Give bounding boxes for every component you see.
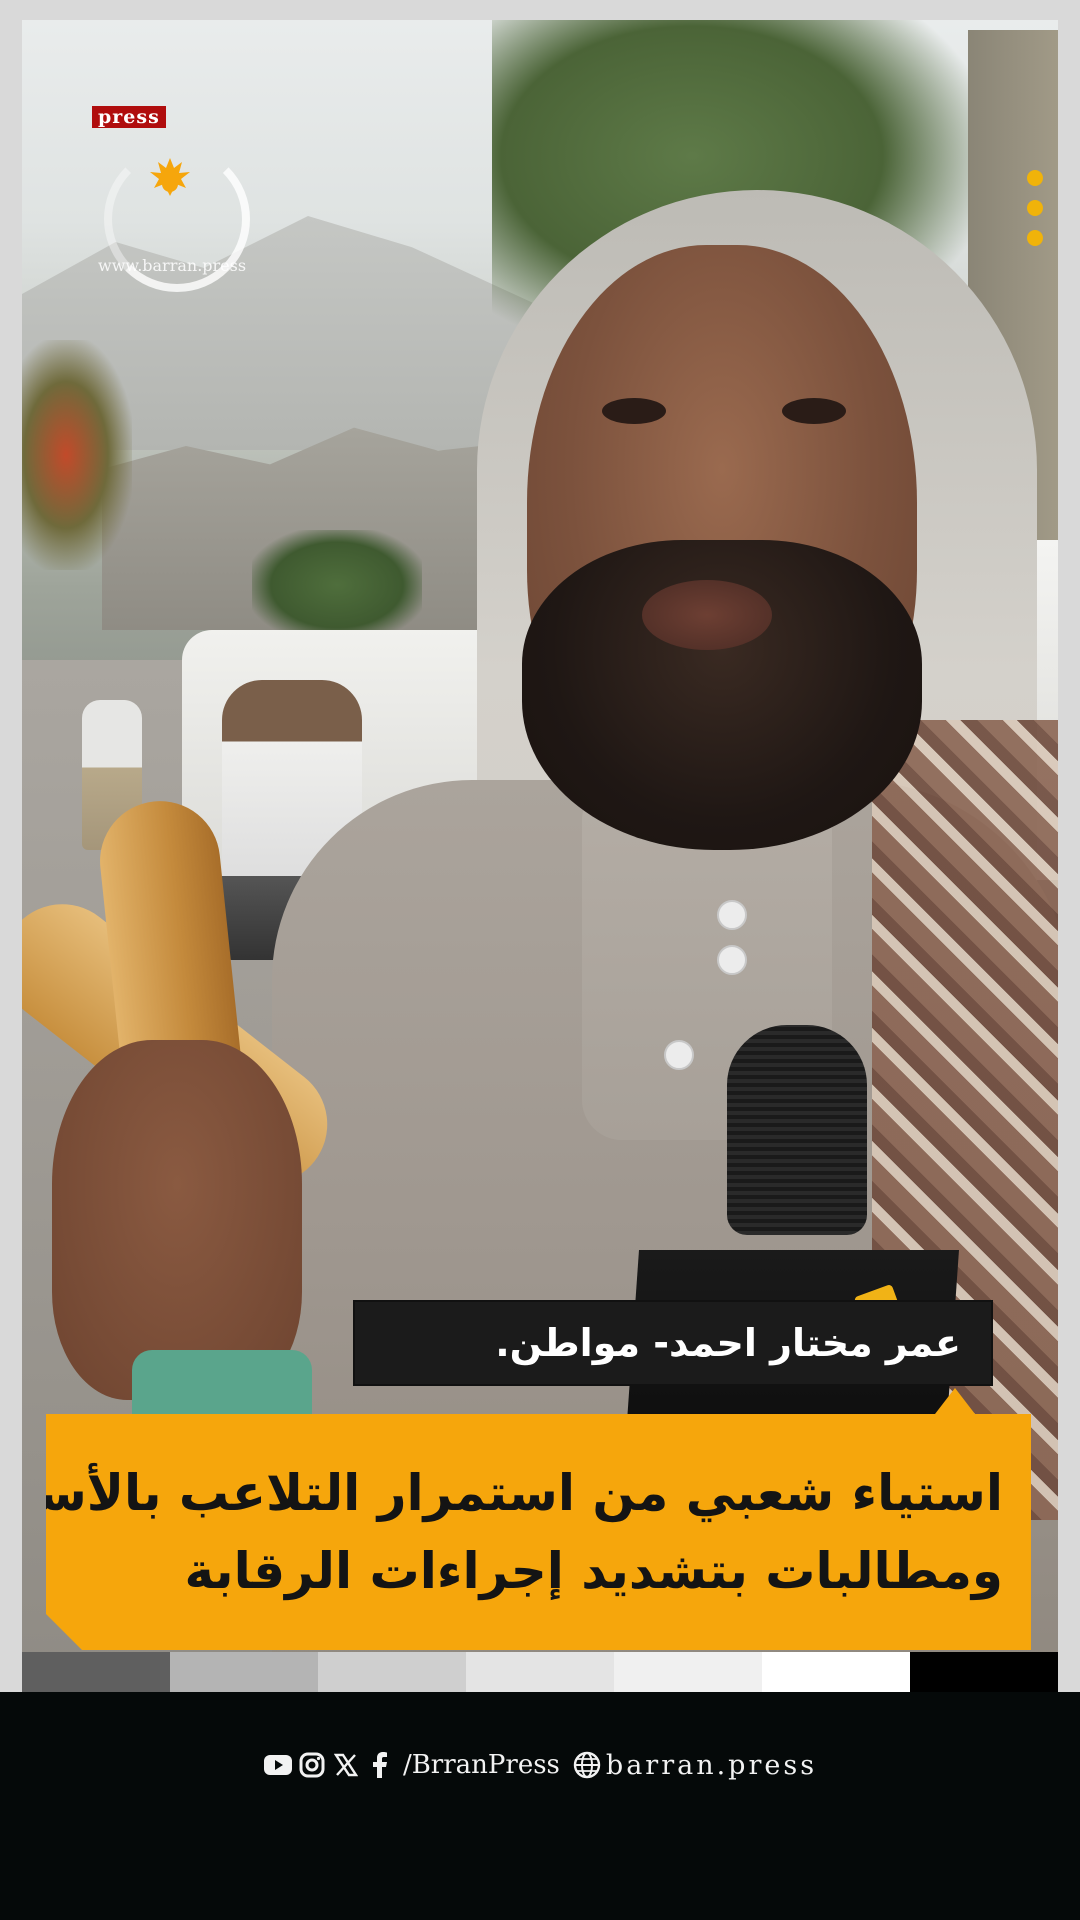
- hand: [52, 1040, 302, 1400]
- color-bar: [22, 1652, 170, 1692]
- headline-line-1: استياء شعبي من استمرار التلاعب بالأسعار: [0, 1464, 1003, 1522]
- right-eye: [782, 398, 846, 424]
- headline-box: استياء شعبي من استمرار التلاعب بالأسعار …: [46, 1414, 1031, 1650]
- footer: [0, 1692, 1080, 1920]
- social-handle[interactable]: /BrranPress: [403, 1750, 560, 1780]
- facebook-icon[interactable]: [365, 1750, 395, 1780]
- color-bar: [762, 1652, 910, 1692]
- color-bar: [170, 1652, 318, 1692]
- website-link[interactable]: barran.press: [606, 1750, 817, 1781]
- channel-logo: press www.barran.press: [88, 106, 258, 292]
- globe-icon: [572, 1750, 602, 1780]
- mouth: [642, 580, 772, 650]
- caption-notch: [935, 1388, 975, 1414]
- decorative-dots: [1027, 170, 1043, 260]
- video-frame: press www.barran.press عمر مختار احمد- م…: [0, 0, 1080, 1920]
- logo-url: www.barran.press: [98, 256, 247, 275]
- speaker-name-box: عمر مختار احمد- مواطن.: [355, 1302, 991, 1384]
- logo-badge: press: [92, 106, 166, 128]
- color-bars: [22, 1652, 1058, 1692]
- flowering-tree: [22, 340, 132, 570]
- x-icon[interactable]: [331, 1750, 361, 1780]
- street-tree: [252, 530, 422, 640]
- headline-line-2: ومطالبات بتشديد إجراءات الرقابة: [184, 1542, 1003, 1600]
- social-bar: /BrranPress barran.press: [0, 1745, 1080, 1785]
- left-eye: [602, 398, 666, 424]
- instagram-icon[interactable]: [297, 1750, 327, 1780]
- color-bar: [318, 1652, 466, 1692]
- youtube-icon[interactable]: [263, 1750, 293, 1780]
- flame-icon: [150, 158, 190, 196]
- color-bar: [910, 1652, 1058, 1692]
- color-bar: [466, 1652, 614, 1692]
- color-bar: [614, 1652, 762, 1692]
- microphone: [727, 1025, 867, 1235]
- speaker-name: عمر مختار احمد- مواطن.: [495, 1321, 961, 1365]
